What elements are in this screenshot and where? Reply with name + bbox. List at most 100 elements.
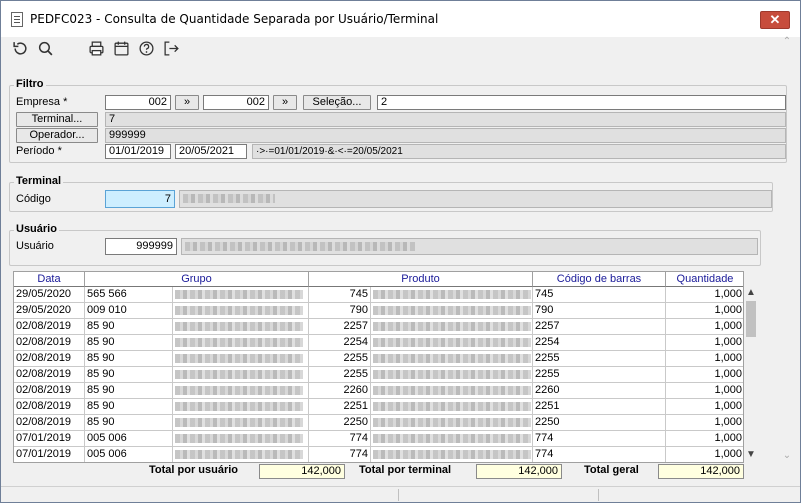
search-icon[interactable] (36, 40, 54, 58)
window-title: PEDFC023 - Consulta de Quantidade Separa… (30, 12, 439, 26)
cell-grupo: 85 90 (85, 335, 173, 351)
cell-grupo: 85 90 (85, 367, 173, 383)
terminal-title: Terminal (14, 175, 64, 187)
cell-qtd: 1,000 (666, 319, 743, 335)
exit-icon[interactable] (162, 40, 180, 58)
cell-produto: 2255 (309, 351, 371, 367)
redacted-description-cell (173, 383, 309, 399)
cell-qtd: 1,000 (666, 431, 743, 447)
cell-barras: 774 (533, 447, 666, 462)
col-header-quantidade[interactable]: Quantidade (666, 272, 743, 287)
cell-produto: 774 (309, 431, 371, 447)
total-terminal-label: Total por terminal (359, 464, 452, 476)
empresa-to-input[interactable]: 002 (203, 95, 269, 110)
redacted-description-cell (173, 431, 309, 447)
total-terminal-value: 142,000 (476, 464, 562, 479)
table-row[interactable]: 02/08/2019 85 90 2254 2254 1,000 (14, 335, 743, 351)
title-bar: PEDFC023 - Consulta de Quantidade Separa… (1, 1, 800, 37)
terminal-filter-field: 7 (105, 112, 786, 127)
redacted-description-cell (173, 303, 309, 319)
redacted-description-cell (173, 367, 309, 383)
help-icon[interactable] (137, 40, 155, 58)
col-header-produto[interactable]: Produto (309, 272, 533, 287)
total-geral-label: Total geral (584, 464, 639, 476)
cell-produto: 745 (309, 287, 371, 303)
terminal-description-field (179, 190, 772, 208)
redacted-description-cell (371, 367, 533, 383)
outer-scroll-down-icon[interactable]: ⌄ (780, 449, 794, 463)
cell-barras: 2255 (533, 367, 666, 383)
periodo-from-input[interactable]: 01/01/2019 (105, 144, 171, 159)
cell-data: 29/05/2020 (14, 303, 85, 319)
col-header-data[interactable]: Data (14, 272, 85, 287)
redacted-description-cell (371, 287, 533, 303)
scroll-thumb[interactable] (746, 301, 756, 337)
cell-barras: 2250 (533, 415, 666, 431)
refresh-icon[interactable] (11, 40, 29, 58)
cell-produto: 2250 (309, 415, 371, 431)
cell-barras: 2254 (533, 335, 666, 351)
window-vertical-scrollbar[interactable]: ⌃ ⌄ (764, 36, 791, 467)
table-row[interactable]: 02/08/2019 85 90 2255 2255 1,000 (14, 367, 743, 383)
outer-scroll-up-icon[interactable]: ⌃ (780, 35, 794, 49)
cell-produto: 790 (309, 303, 371, 319)
table-row[interactable]: 02/08/2019 85 90 2257 2257 1,000 (14, 319, 743, 335)
table-row[interactable]: 07/01/2019 005 006 774 774 1,000 (14, 447, 743, 462)
total-usuario-value: 142,000 (259, 464, 345, 479)
cell-produto: 2260 (309, 383, 371, 399)
col-header-codigo-barras[interactable]: Código de barras (533, 272, 666, 287)
redacted-description-cell (173, 415, 309, 431)
table-row[interactable]: 29/05/2020 009 010 790 790 1,000 (14, 303, 743, 319)
scroll-down-icon[interactable]: ▼ (744, 448, 758, 462)
col-header-grupo[interactable]: Grupo (85, 272, 309, 287)
table-row[interactable]: 02/08/2019 85 90 2260 2260 1,000 (14, 383, 743, 399)
cell-produto: 2255 (309, 367, 371, 383)
codigo-label: Código (16, 193, 51, 205)
filtro-title: Filtro (14, 78, 46, 90)
cell-grupo: 85 90 (85, 415, 173, 431)
table-row[interactable]: 29/05/2020 565 566 745 745 1,000 (14, 287, 743, 303)
cell-barras: 774 (533, 431, 666, 447)
cell-data: 02/08/2019 (14, 383, 85, 399)
periodo-expression-field: ·>·=01/01/2019·&·<·=20/05/2021 (252, 144, 786, 159)
cell-data: 02/08/2019 (14, 351, 85, 367)
operador-filter-field: 999999 (105, 128, 786, 143)
selecao-value-field[interactable]: 2 (377, 95, 786, 110)
cell-qtd: 1,000 (666, 399, 743, 415)
results-grid[interactable]: Data Grupo Produto Código de barras Quan… (13, 271, 744, 463)
cell-barras: 2260 (533, 383, 666, 399)
usuario-input[interactable]: 999999 (105, 238, 177, 255)
cell-qtd: 1,000 (666, 367, 743, 383)
terminal-lookup-button[interactable]: Terminal... (16, 112, 98, 127)
status-separator (398, 489, 399, 501)
table-row[interactable]: 02/08/2019 85 90 2255 2255 1,000 (14, 351, 743, 367)
table-row[interactable]: 02/08/2019 85 90 2251 2251 1,000 (14, 399, 743, 415)
redacted-description-cell (371, 335, 533, 351)
cell-grupo: 85 90 (85, 319, 173, 335)
redacted-description-cell (173, 399, 309, 415)
codigo-input[interactable]: 7 (105, 190, 175, 208)
cell-grupo: 005 006 (85, 431, 173, 447)
cell-barras: 745 (533, 287, 666, 303)
periodo-to-input[interactable]: 20/05/2021 (175, 144, 247, 159)
redacted-description-cell (371, 303, 533, 319)
empresa-from-range-button[interactable]: » (175, 95, 199, 110)
empresa-from-input[interactable]: 002 (105, 95, 171, 110)
cell-qtd: 1,000 (666, 303, 743, 319)
grid-vertical-scrollbar[interactable]: ▲ ▼ (744, 286, 758, 463)
operador-lookup-button[interactable]: Operador... (16, 128, 98, 143)
app-document-icon (11, 11, 23, 27)
usuario-title: Usuário (14, 223, 59, 235)
cell-data: 02/08/2019 (14, 415, 85, 431)
table-row[interactable]: 02/08/2019 85 90 2250 2250 1,000 (14, 415, 743, 431)
close-button[interactable]: ✕ (760, 11, 790, 29)
empresa-to-range-button[interactable]: » (273, 95, 297, 110)
selecao-button[interactable]: Seleção... (303, 95, 371, 110)
calendar-icon[interactable] (112, 40, 130, 58)
cell-barras: 790 (533, 303, 666, 319)
table-row[interactable]: 07/01/2019 005 006 774 774 1,000 (14, 431, 743, 447)
redacted-description-cell (173, 319, 309, 335)
redacted-description-cell (371, 447, 533, 462)
scroll-up-icon[interactable]: ▲ (744, 286, 758, 300)
print-icon[interactable] (87, 40, 105, 58)
